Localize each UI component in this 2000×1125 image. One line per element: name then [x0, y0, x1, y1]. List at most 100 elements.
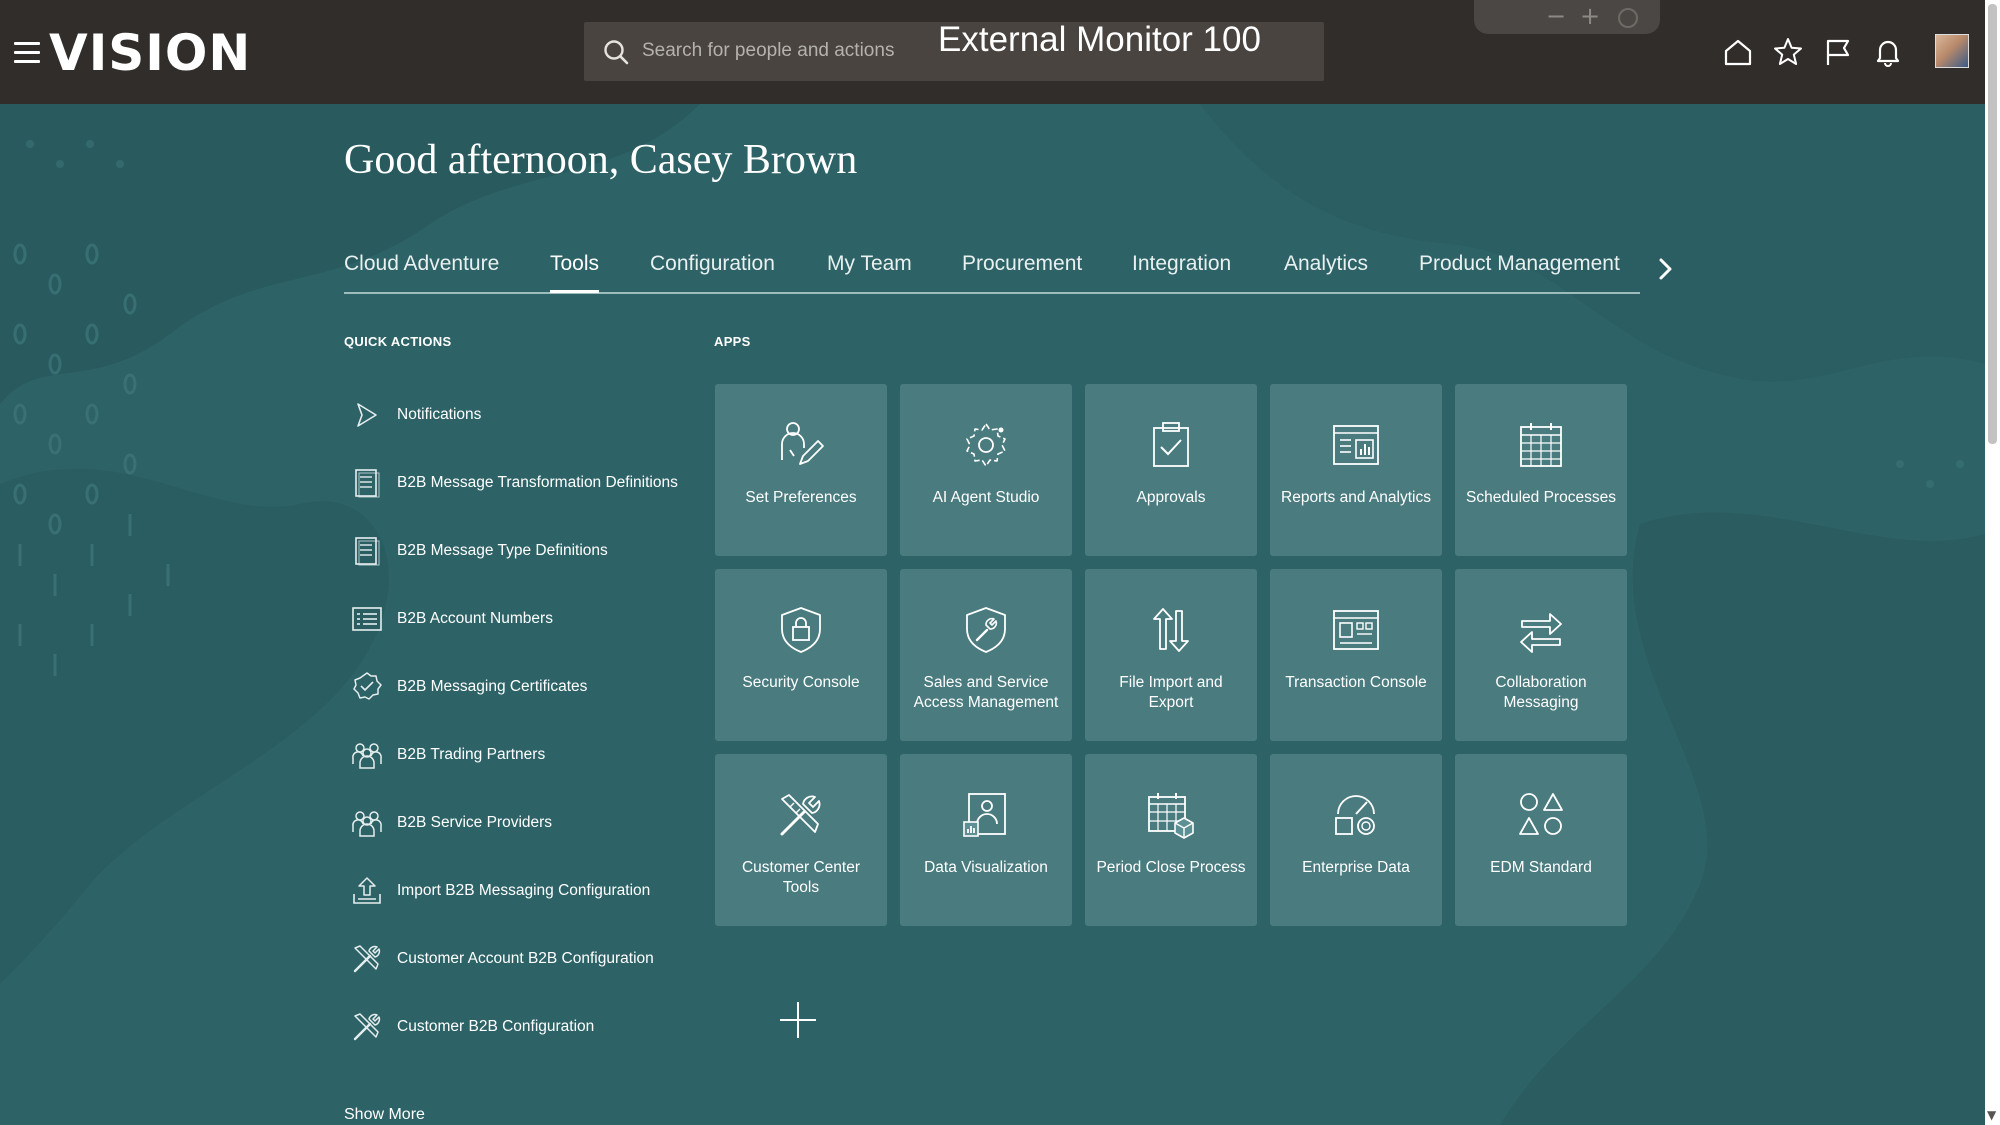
zoom-out-button[interactable]: − [1546, 2, 1566, 30]
quick-action-customer-account-b2b-configuration[interactable]: Customer Account B2B Configuration [350, 939, 654, 979]
watchlist-flag-icon[interactable] [1822, 36, 1854, 68]
app-tile-label: Data Visualization [924, 859, 1048, 876]
certificate-badge-icon [353, 672, 382, 700]
quick-action-b2b-messaging-certificates[interactable]: B2B Messaging Certificates [350, 667, 587, 707]
shield-wrench-icon [966, 607, 1006, 653]
quick-action-label: B2B Trading Partners [397, 746, 546, 763]
upload-tray-icon [353, 877, 381, 904]
app-tile-label: Set Preferences [745, 489, 857, 506]
search-input[interactable] [642, 34, 942, 68]
search-icon [604, 40, 629, 65]
app-tile-customer-center-tools[interactable]: Customer Center Tools [715, 754, 887, 926]
tab-integration[interactable]: Integration [1132, 252, 1231, 290]
app-tile-label: Reports and Analytics [1281, 489, 1431, 506]
add-app-plus-icon[interactable] [778, 1000, 818, 1040]
tab-tools[interactable]: Tools [550, 252, 600, 293]
quick-action-label: B2B Account Numbers [397, 610, 553, 627]
document-list-icon [355, 537, 380, 566]
ai-agent-icon [966, 423, 1006, 467]
quick-action-import-b2b-messaging-configuration[interactable]: Import B2B Messaging Configuration [350, 871, 650, 911]
app-tile-sales-and-service-access-management[interactable]: Sales and Service Access Management [900, 569, 1072, 741]
tabs-next-chevron-icon[interactable] [1656, 254, 1676, 284]
app-tile-label: Security Console [742, 674, 860, 691]
quick-action-label: B2B Message Transformation Definitions [397, 474, 678, 491]
app-tile-label: File Import and Export [1119, 674, 1223, 711]
tab-configuration[interactable]: Configuration [650, 252, 775, 290]
app-tile-reports-and-analytics[interactable]: Reports and Analytics [1270, 384, 1442, 556]
quick-action-label: Customer B2B Configuration [397, 1018, 595, 1035]
tab-my-team[interactable]: My Team [827, 252, 912, 290]
import-export-icon [1153, 608, 1189, 652]
tools-icon [353, 945, 381, 973]
calendar-cube-icon [1148, 793, 1194, 839]
tab-product-management[interactable]: Product Management [1419, 252, 1620, 290]
apps-heading: APPS [714, 334, 751, 349]
people-group-icon [352, 743, 382, 769]
app-tile-label: Enterprise Data [1302, 859, 1410, 876]
app-tile-enterprise-data[interactable]: Enterprise Data [1270, 754, 1442, 926]
page-scrollbar[interactable]: ▼ [1985, 0, 2000, 1125]
app-tile-collaboration-messaging[interactable]: Collaboration Messaging [1455, 569, 1627, 741]
favorites-star-icon[interactable] [1772, 36, 1804, 68]
document-list-icon [355, 469, 380, 498]
app-tile-label: Scheduled Processes [1466, 489, 1616, 506]
console-window-icon [1333, 610, 1379, 650]
app-tile-data-visualization[interactable]: Data Visualization [900, 754, 1072, 926]
report-chart-icon [1333, 425, 1379, 465]
quick-action-b2b-trading-partners[interactable]: B2B Trading Partners [350, 735, 545, 775]
quick-action-b2b-service-providers[interactable]: B2B Service Providers [350, 803, 552, 843]
quick-action-customer-b2b-configuration[interactable]: Customer B2B Configuration [350, 1007, 594, 1047]
show-more-link[interactable]: Show More [344, 1106, 425, 1124]
scroll-down-arrow[interactable]: ▼ [1987, 1108, 1996, 1122]
quick-action-label: Import B2B Messaging Configuration [397, 882, 651, 899]
quick-action-b2b-message-type-definitions[interactable]: B2B Message Type Definitions [350, 531, 608, 571]
app-tile-label: Collaboration Messaging [1495, 674, 1587, 711]
app-tile-ai-agent-studio[interactable]: AI Agent Studio [900, 384, 1072, 556]
quick-action-b2b-account-numbers[interactable]: B2B Account Numbers [350, 599, 553, 639]
swap-arrows-icon [1520, 613, 1562, 653]
scrollbar-thumb[interactable] [1988, 4, 1997, 444]
zoom-reset-icon[interactable] [1618, 8, 1638, 28]
zoom-in-button[interactable]: + [1580, 2, 1600, 30]
quick-action-label: Notifications [397, 406, 482, 423]
quick-action-label: B2B Service Providers [397, 814, 553, 831]
clipboard-check-icon [1153, 422, 1189, 467]
app-tile-edm-standard[interactable]: EDM Standard [1455, 754, 1627, 926]
notifications-bell-icon[interactable] [1872, 36, 1904, 68]
shapes-icon [1519, 793, 1563, 835]
shield-lock-icon [781, 607, 821, 653]
app-tile-label: Sales and Service Access Management [913, 674, 1059, 711]
quick-action-label: B2B Message Type Definitions [397, 542, 608, 559]
app-tile-period-close-process[interactable]: Period Close Process [1085, 754, 1257, 926]
user-avatar[interactable] [1935, 34, 1969, 68]
zoom-control: − + [1474, 0, 1660, 34]
tools-icon [780, 794, 821, 836]
tab-analytics[interactable]: Analytics [1284, 252, 1368, 290]
app-tile-security-console[interactable]: Security Console [715, 569, 887, 741]
people-group-icon [352, 811, 382, 837]
app-tile-label: Approvals [1136, 489, 1206, 506]
app-tile-label: AI Agent Studio [932, 489, 1040, 506]
app-tile-set-preferences[interactable]: Set Preferences [715, 384, 887, 556]
brand-logo[interactable]: VISION [49, 24, 251, 82]
data-person-icon [963, 793, 1006, 837]
gauge-shapes-icon [1335, 795, 1375, 835]
app-tile-label: Transaction Console [1285, 674, 1427, 691]
quick-action-b2b-message-transformation-definitions[interactable]: B2B Message Transformation Definitions [350, 463, 678, 503]
quick-actions-heading: QUICK ACTIONS [344, 334, 452, 349]
flag-icon [357, 403, 377, 427]
tools-icon [353, 1013, 381, 1041]
navigator-menu-icon[interactable] [14, 42, 40, 64]
app-tile-label: EDM Standard [1490, 859, 1592, 876]
page-greeting: Good afternoon, Casey Brown [344, 137, 858, 183]
app-tile-label: Customer Center Tools [741, 859, 860, 896]
app-tile-approvals[interactable]: Approvals [1085, 384, 1257, 556]
app-tile-file-import-and-export[interactable]: File Import and Export [1085, 569, 1257, 741]
calendar-grid-icon [1520, 423, 1562, 467]
app-tile-scheduled-processes[interactable]: Scheduled Processes [1455, 384, 1627, 556]
quick-action-notifications[interactable]: Notifications [350, 395, 481, 435]
tab-procurement[interactable]: Procurement [962, 252, 1082, 290]
app-tile-transaction-console[interactable]: Transaction Console [1270, 569, 1442, 741]
tab-cloud-adventure[interactable]: Cloud Adventure [344, 252, 499, 290]
home-icon[interactable] [1722, 36, 1754, 68]
